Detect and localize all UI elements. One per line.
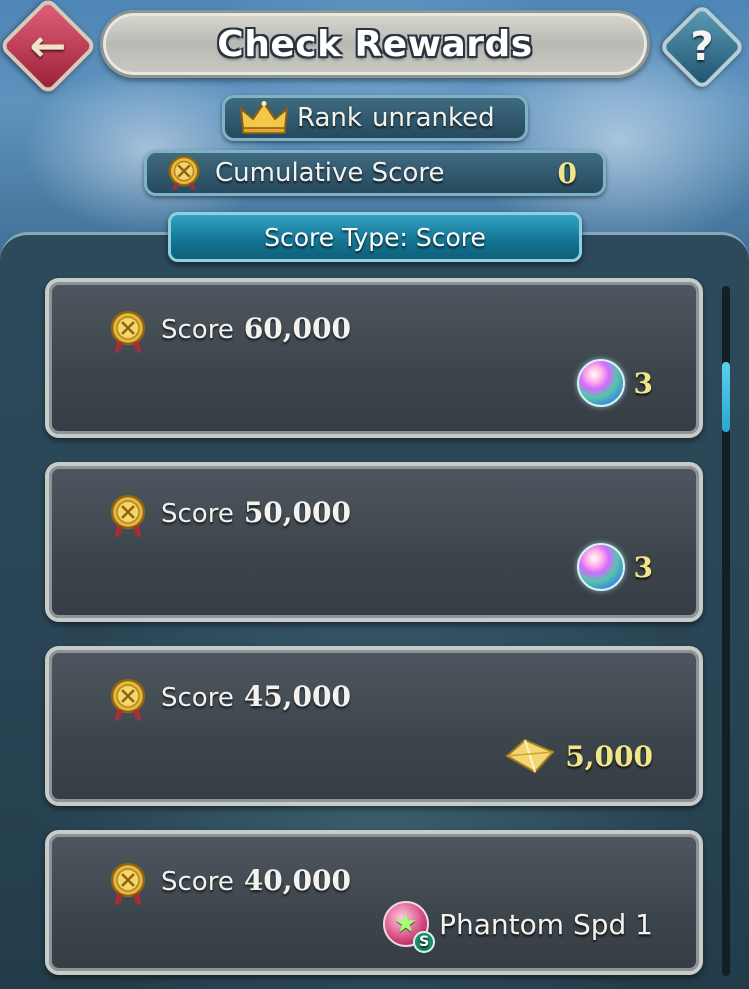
rank-value: unranked xyxy=(371,103,495,133)
scrollbar-thumb[interactable] xyxy=(722,362,730,432)
page-title: Check Rewards xyxy=(217,23,533,65)
reward-item: 5,000 xyxy=(503,736,653,776)
help-button[interactable]: ? xyxy=(658,3,746,91)
orb-icon xyxy=(576,358,626,408)
reward-score-value: 45,000 xyxy=(243,680,351,713)
reward-score-value: 60,000 xyxy=(243,312,351,345)
orb-icon xyxy=(576,542,626,592)
cumulative-score-label: Cumulative Score xyxy=(215,158,445,188)
rank-badge: Rank unranked xyxy=(222,95,528,141)
medal-icon xyxy=(110,310,146,354)
reward-score-label: Score xyxy=(161,683,234,713)
back-button[interactable]: ← xyxy=(0,0,98,96)
medal-icon xyxy=(110,862,146,906)
medal-icon xyxy=(110,678,146,722)
cumulative-score-value: 0 xyxy=(557,156,577,190)
score-type-tab[interactable]: Score Type: Score xyxy=(168,212,582,262)
reward-score-value: 40,000 xyxy=(243,864,351,897)
reward-score-label: Score xyxy=(161,499,234,529)
crown-icon xyxy=(239,101,289,134)
back-arrow-icon: ← xyxy=(29,20,67,72)
reward-card: Score 45,000 5,000 xyxy=(45,646,703,806)
reward-score: Score 50,000 xyxy=(161,496,351,529)
reward-score-label: Score xyxy=(161,867,234,897)
reward-score: Score 60,000 xyxy=(161,312,351,345)
title-plate: Check Rewards xyxy=(100,10,650,78)
cumulative-score-badge: Cumulative Score 0 xyxy=(144,150,606,196)
rank-label: Rank xyxy=(297,103,362,133)
reward-quantity: 5,000 xyxy=(565,739,653,773)
reward-card: Score 50,000 3 xyxy=(45,462,703,622)
scrollbar[interactable] xyxy=(722,286,730,976)
feather-icon xyxy=(505,738,555,774)
reward-item: ★ S Phantom Spd 1 xyxy=(381,899,653,953)
reward-quantity: 3 xyxy=(633,550,653,584)
reward-card: Score 40,000 ★ S Phantom Spd 1 xyxy=(45,830,703,975)
sacred-seal-icon: ★ S xyxy=(381,899,436,953)
reward-seal-name: Phantom Spd 1 xyxy=(439,907,653,941)
question-mark-icon: ? xyxy=(690,24,714,70)
reward-item: 3 xyxy=(576,358,653,408)
reward-score-value: 50,000 xyxy=(243,496,351,529)
reward-item: 3 xyxy=(576,542,653,592)
reward-score-label: Score xyxy=(161,315,234,345)
score-type-label: Score Type: Score xyxy=(264,222,486,252)
reward-score: Score 45,000 xyxy=(161,680,351,713)
reward-score: Score 40,000 xyxy=(161,864,351,897)
reward-card: Score 60,000 3 xyxy=(45,278,703,438)
medal-icon xyxy=(168,155,200,192)
medal-icon xyxy=(110,494,146,538)
reward-quantity: 3 xyxy=(633,366,653,400)
